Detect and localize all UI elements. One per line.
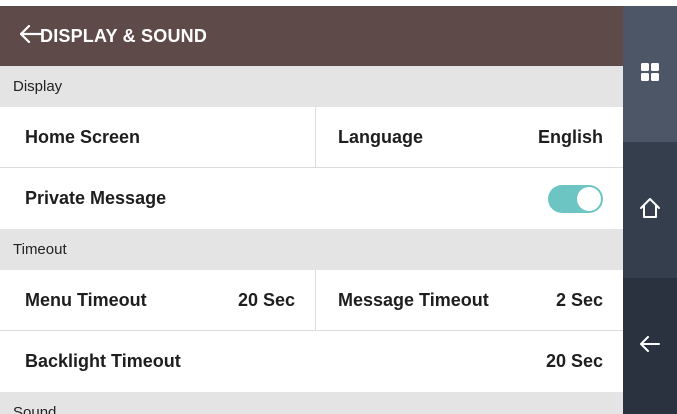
home-screen-item[interactable]: Home Screen (0, 107, 315, 167)
page-title: DISPLAY & SOUND (40, 25, 208, 46)
private-message-item[interactable]: Private Message (0, 168, 623, 229)
language-value: English (537, 126, 603, 147)
backlight-timeout-row: Backlight Timeout 20 Sec (0, 331, 623, 392)
timeout-row-1: Menu Timeout 20 Sec Message Timeout 2 Se… (0, 270, 623, 331)
menu-timeout-value: 20 Sec (237, 289, 295, 310)
settings-list[interactable]: Display Home Screen Language English Pri… (0, 66, 623, 414)
backlight-timeout-label: Backlight Timeout (25, 351, 181, 371)
message-timeout-item[interactable]: Message Timeout 2 Sec (315, 270, 623, 330)
home-screen-label: Home Screen (25, 126, 141, 147)
language-item[interactable]: Language English (315, 107, 623, 167)
private-message-label: Private Message (25, 188, 167, 208)
grid-icon (640, 62, 660, 87)
language-label: Language (338, 126, 424, 147)
menu-timeout-label: Menu Timeout (25, 289, 147, 310)
private-message-row: Private Message (0, 168, 623, 229)
message-timeout-value: 2 Sec (555, 289, 603, 310)
sidebar-back-button[interactable] (623, 278, 677, 414)
section-header-sound: Sound (0, 392, 623, 414)
display-row-1: Home Screen Language English (0, 107, 623, 168)
private-message-toggle[interactable] (548, 184, 603, 213)
app-header: DISPLAY & SOUND (0, 6, 623, 66)
sidebar-home-button[interactable] (623, 142, 677, 278)
sidebar-menu-button[interactable] (623, 6, 677, 142)
menu-timeout-item[interactable]: Menu Timeout 20 Sec (0, 270, 315, 330)
section-header-timeout: Timeout (0, 229, 623, 270)
arrow-left-icon (19, 24, 43, 48)
section-header-display: Display (0, 66, 623, 107)
toggle-knob (577, 186, 601, 211)
backlight-timeout-value: 20 Sec (545, 351, 603, 371)
back-arrow-icon (640, 335, 660, 357)
message-timeout-label: Message Timeout (338, 289, 489, 310)
backlight-timeout-item[interactable]: Backlight Timeout 20 Sec (0, 331, 623, 392)
sidebar (623, 6, 677, 414)
home-icon (639, 197, 661, 224)
